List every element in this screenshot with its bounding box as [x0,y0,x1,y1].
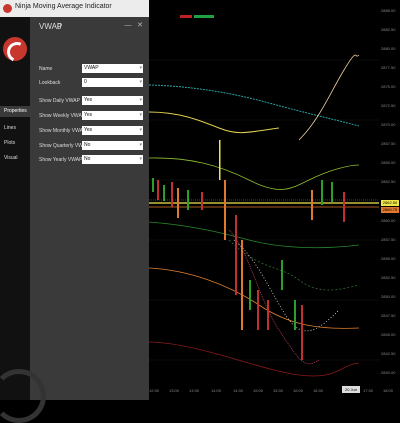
y-tick: 2857.50 [381,237,396,242]
candle [267,300,269,330]
property-value-name[interactable]: VWAP ▾ [82,64,143,73]
y-tick: 2840.00 [381,370,396,375]
chevron-down-icon: ▾ [139,97,142,103]
chevron-down-icon: ▾ [139,112,142,118]
vwap-band-green [149,221,360,249]
vwap-band-peach [298,54,360,141]
chevron-down-icon: ▾ [139,127,142,133]
nav-item-properties[interactable]: Properties [0,106,30,117]
y-tick: 2875.00 [381,84,396,89]
chevron-down-icon: ▾ [139,156,142,162]
property-label: Show Weekly VWAP [39,113,86,119]
vwap-band-darkred [149,341,360,377]
property-label: Show Yearly VWAP [39,157,83,163]
price-chart[interactable]: 2885.00 2882.50 2880.00 2877.50 2875.00 … [149,0,400,400]
y-tick: 2872.50 [381,103,396,108]
vwap-band-lime [149,157,360,190]
candle [321,180,323,205]
x-tick: 12:30 [149,388,160,393]
y-tick: 2867.50 [381,141,396,146]
x-tick: 13:30 [189,388,200,393]
property-value-monthly[interactable]: Yes ▾ [82,126,143,135]
candle [177,188,179,218]
x-tick: 18:00 [383,388,394,393]
x-tick: 16:30 [313,388,324,393]
cursor-time-label: 20 Jun 2019 [342,386,360,399]
candle [224,180,226,240]
property-label: Show Monthly VWAP [39,128,87,134]
y-tick: 2860.00 [381,218,396,223]
settings-dialog: Ninja Moving Average Indicator Propertie… [0,0,149,423]
property-value-yearly[interactable]: No ▾ [82,155,143,164]
vwap-band-orange [149,267,360,329]
candle [171,182,173,207]
y-tick: 2862.50 [381,179,396,184]
y-tick: 2850.00 [381,294,396,299]
candle [152,178,154,192]
y-tick: 2847.50 [381,313,396,318]
x-tick: 17:30 [363,388,374,393]
candle [281,260,283,290]
chevron-down-icon: ▾ [139,142,142,148]
property-label: Lookback [39,80,61,86]
chevron-down-icon: ▾ [139,79,142,85]
brand-swirl-icon [0,369,46,423]
session-marker-green [194,15,214,18]
vwap-band-green-dashed [228,239,360,291]
price-tag-yellow: 2862.50 [381,200,399,206]
nav-item-visual[interactable]: Visual [0,153,30,164]
candle [163,185,165,201]
x-tick: 14:00 [211,388,222,393]
chart-canvas[interactable] [149,0,400,400]
y-tick: 2855.00 [381,256,396,261]
property-label: Name [39,66,53,72]
y-tick: 2877.50 [381,65,396,70]
property-value-daily[interactable]: Yes ▾ [82,96,143,105]
candle [343,192,345,222]
chevron-down-icon: ▾ [139,65,142,71]
minimize-button[interactable]: — [124,22,132,30]
candle [301,305,303,360]
property-value-quarterly[interactable]: No ▾ [82,141,143,150]
vwap-band-yellow [149,111,280,134]
window-title: Ninja Moving Average Indicator [15,3,112,10]
x-tick: 13:00 [169,388,180,393]
candle [241,240,243,330]
price-tag-orange: 2860.75 [381,207,399,213]
candle [311,190,313,220]
y-tick: 2865.00 [381,160,396,165]
candle [235,215,237,295]
y-tick: 2885.00 [381,8,396,13]
candle [257,290,259,330]
nav-item-lines[interactable]: Lines [0,123,30,134]
candle [219,140,221,180]
y-tick: 2880.00 [381,46,396,51]
y-tick: 2842.50 [381,351,396,356]
x-tick: 15:30 [273,388,284,393]
y-tick: 2882.50 [381,27,396,32]
y-tick: 2870.00 [381,122,396,127]
title-bar: Ninja Moving Average Indicator [0,0,149,17]
x-tick: 14:30 [233,388,244,393]
session-marker-red [180,15,192,18]
x-tick: 15:00 [253,388,264,393]
y-tick: 2845.00 [381,332,396,337]
property-label: Show Daily VWAP [39,98,80,104]
candle [249,280,251,310]
candle [294,300,296,330]
x-tick: 16:00 [293,388,304,393]
app-icon [3,4,12,13]
property-value-weekly[interactable]: Yes ▾ [82,111,143,120]
property-value-lookback[interactable]: 0 ▾ [82,78,143,87]
candle [157,180,159,200]
sidebar: Properties Lines Plots Visual [0,17,46,423]
nav-item-plots[interactable]: Plots [0,138,30,149]
close-button[interactable]: ✕ [136,22,144,30]
panel-count: 0 [57,22,62,31]
candle [331,182,333,202]
y-tick: 2852.50 [381,275,396,280]
candle [187,190,189,210]
candle [201,192,203,210]
